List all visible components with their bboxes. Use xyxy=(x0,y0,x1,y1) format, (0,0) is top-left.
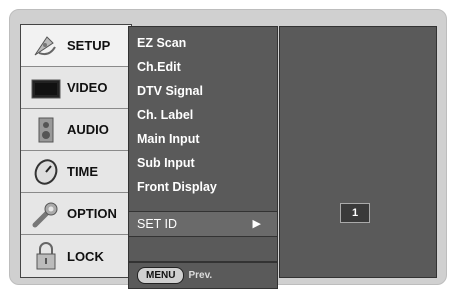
sidebar-item-label: AUDIO xyxy=(67,122,109,137)
setup-menu: EZ Scan Ch.Edit DTV Signal Ch. Label Mai… xyxy=(128,26,278,289)
speaker-icon xyxy=(29,113,63,147)
tv-icon xyxy=(29,71,63,105)
value-panel: 1 xyxy=(279,26,437,278)
menu-list: EZ Scan Ch.Edit DTV Signal Ch. Label Mai… xyxy=(128,26,278,212)
prev-label: Prev. xyxy=(188,270,213,281)
sidebar-item-option[interactable]: OPTION xyxy=(21,193,131,235)
sidebar-item-label: LOCK xyxy=(67,248,104,264)
sidebar-item-label: VIDEO xyxy=(67,80,108,95)
sidebar: SETUP VIDEO AUDIO TIME OPTION LOCK xyxy=(20,24,132,278)
sidebar-item-time[interactable]: TIME xyxy=(21,151,131,193)
sidebar-item-audio[interactable]: AUDIO xyxy=(21,109,131,151)
menu-item-set-id-label: SET ID xyxy=(137,217,178,231)
menu-spacer xyxy=(128,236,278,262)
menu-item-set-id[interactable]: SET ID ▶ xyxy=(128,212,278,236)
sidebar-item-label: SETUP xyxy=(67,38,111,53)
sidebar-item-label: OPTION xyxy=(67,206,117,221)
menu-item-dtv-signal[interactable]: DTV Signal xyxy=(129,79,279,103)
menu-button[interactable]: MENU xyxy=(137,267,185,284)
set-id-value-box[interactable]: 1 xyxy=(340,203,370,223)
sidebar-item-setup[interactable]: SETUP xyxy=(21,25,131,67)
menu-item-main-input[interactable]: Main Input xyxy=(129,127,279,151)
right-arrow-icon: ▶ xyxy=(252,218,261,230)
wrench-icon xyxy=(29,197,63,231)
menu-item-front-display[interactable]: Front Display xyxy=(129,175,279,199)
clock-icon xyxy=(29,155,63,189)
sidebar-item-label: TIME xyxy=(67,164,99,179)
satellite-dish-icon xyxy=(29,29,63,63)
sidebar-item-lock[interactable]: LOCK xyxy=(21,235,131,277)
menu-item-ez-scan[interactable]: EZ Scan xyxy=(129,31,279,55)
padlock-icon xyxy=(29,239,63,273)
menu-item-ch-label[interactable]: Ch. Label xyxy=(129,103,279,127)
menu-item-ch-edit[interactable]: Ch.Edit xyxy=(129,55,279,79)
sidebar-item-video[interactable]: VIDEO xyxy=(21,67,131,109)
menu-footer: MENU Prev. xyxy=(128,262,278,289)
menu-item-sub-input[interactable]: Sub Input xyxy=(129,151,279,175)
